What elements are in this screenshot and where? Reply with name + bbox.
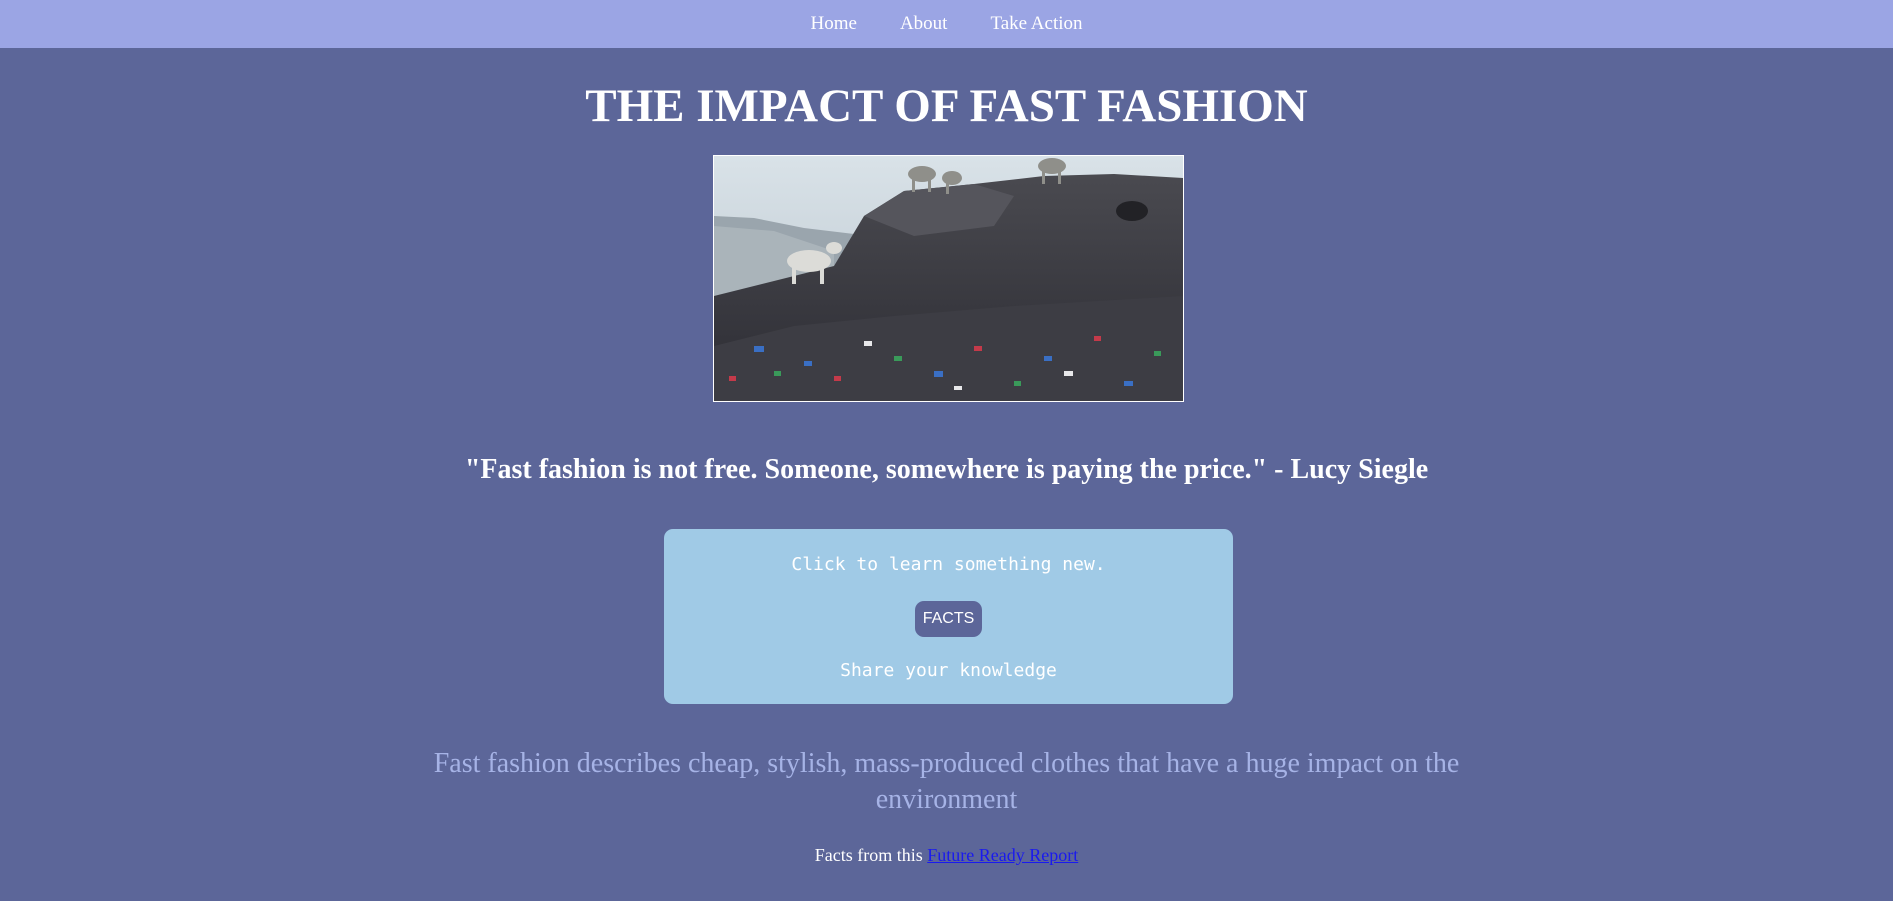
- facts-prompt: Click to learn something new.: [791, 554, 1106, 575]
- lucy-siegle-quote: "Fast fashion is not free. Someone, some…: [464, 454, 1429, 485]
- top-navigation: Home About Take Action: [0, 0, 1893, 48]
- facts-button[interactable]: FACTS: [915, 601, 982, 637]
- page-title: THE IMPACT OF FAST FASHION: [585, 80, 1308, 132]
- landfill-photo: [713, 155, 1184, 402]
- facts-card: Click to learn something new. FACTS Shar…: [664, 529, 1233, 704]
- share-knowledge-text: Share your knowledge: [840, 660, 1057, 681]
- fast-fashion-description: Fast fashion describes cheap, stylish, m…: [433, 748, 1460, 815]
- landfill-illustration: [714, 156, 1183, 401]
- future-ready-report-link[interactable]: Future Ready Report: [927, 845, 1078, 865]
- nav-take-action-link[interactable]: Take Action: [990, 12, 1082, 36]
- nav-home-link[interactable]: Home: [811, 12, 857, 36]
- facts-source: Facts from this Future Ready Report: [0, 843, 1893, 867]
- nav-about-link[interactable]: About: [900, 12, 948, 36]
- facts-source-prefix: Facts from this: [814, 845, 923, 865]
